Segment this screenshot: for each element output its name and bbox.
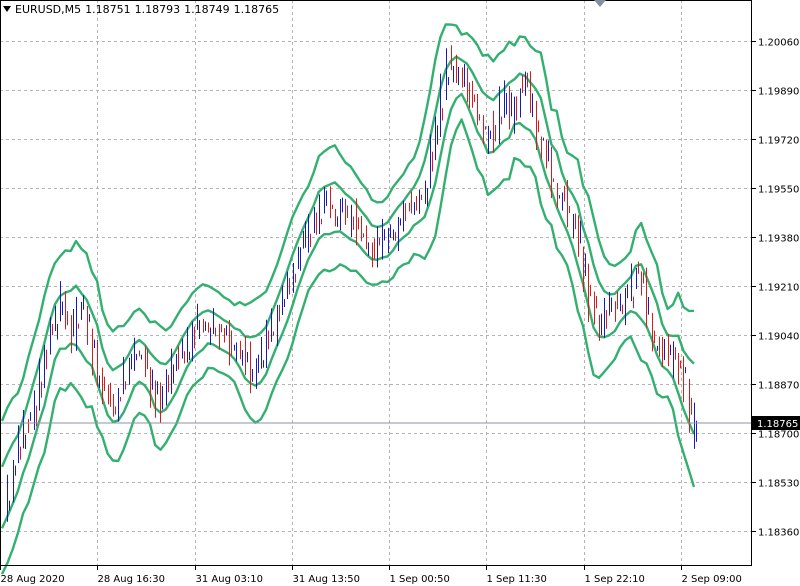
high-value: 1.18793 [134, 3, 181, 16]
x-tick-label: 28 Aug 2020 [1, 574, 65, 585]
plot-frame [0, 0, 752, 566]
y-tick-label: 1.19720 [758, 136, 799, 147]
low-value: 1.18749 [184, 3, 230, 16]
current-price-label: 1.18765 [757, 419, 798, 430]
x-tick-label: 1 Sep 22:10 [585, 574, 645, 585]
x-tick-label: 31 Aug 13:50 [293, 574, 360, 585]
y-tick-label: 1.18530 [758, 479, 799, 490]
price-axis: 1.20060 1.19890 1.19720 1.19550 1.19380 1.192… [752, 38, 799, 539]
open-value: 1.18751 [85, 3, 131, 16]
x-tick-label: 28 Aug 16:30 [98, 574, 165, 585]
x-tick-label: 1 Sep 11:30 [487, 574, 547, 585]
y-tick-label: 1.19380 [758, 234, 799, 245]
chart-header: EURUSD,M5 1.18751 1.18793 1.18749 1.18765 [3, 3, 283, 16]
chart-grid [0, 0, 752, 566]
lower-band [0, 118, 696, 575]
inner-lower-band [0, 92, 696, 529]
close-value: 1.18765 [233, 3, 280, 16]
dropdown-triangle-icon[interactable] [3, 6, 11, 12]
y-tick-label: 1.18870 [758, 381, 799, 392]
bollinger-bands [0, 23, 696, 575]
y-tick-label: 1.19890 [758, 87, 799, 98]
inner-upper-band [0, 55, 695, 468]
price-chart[interactable]: 1.20060 1.19890 1.19720 1.19550 1.19380 1.192… [0, 0, 800, 586]
chart-shift-marker[interactable] [594, 0, 606, 7]
y-tick-label: 1.19040 [758, 332, 799, 343]
y-tick-label: 1.18360 [758, 528, 799, 539]
symbol-label: EURUSD,M5 [15, 3, 82, 16]
y-tick-label: 1.20060 [758, 38, 799, 49]
x-tick-label: 31 Aug 03:10 [196, 574, 263, 585]
y-tick-label: 1.19210 [758, 283, 799, 294]
x-tick-label: 1 Sep 00:50 [390, 574, 450, 585]
time-axis: 28 Aug 2020 28 Aug 16:30 31 Aug 03:10 31 Au… [0, 566, 742, 585]
candlesticks [7, 45, 697, 522]
y-tick-label: 1.19550 [758, 185, 799, 196]
x-tick-label: 2 Sep 09:00 [682, 574, 742, 585]
y-tick-label: 1.18700 [758, 430, 799, 441]
